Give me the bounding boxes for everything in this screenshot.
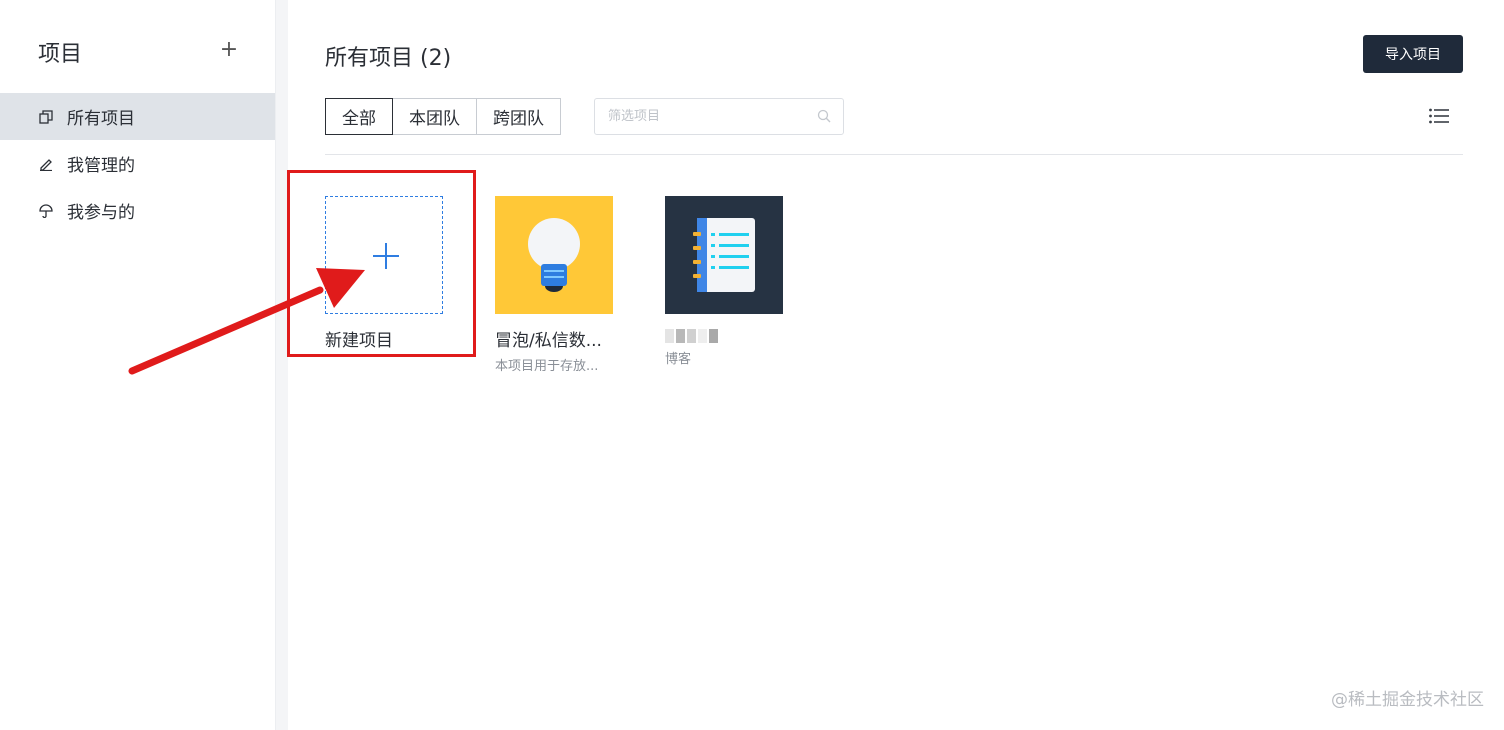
sidebar-item-label: 所有项目	[67, 109, 135, 129]
lightbulb-icon	[528, 218, 580, 292]
import-project-button[interactable]: 导入项目	[1363, 35, 1463, 73]
sidebar-item-label: 我管理的	[67, 156, 135, 176]
project-thumb[interactable]	[495, 196, 613, 314]
copy-icon	[38, 109, 54, 125]
add-project-button[interactable]: +	[218, 36, 240, 64]
divider	[325, 154, 1463, 155]
project-title: 冒泡/私信数...	[495, 331, 602, 351]
edit-icon	[38, 156, 54, 172]
sidebar-title: 项目	[38, 42, 83, 67]
page-title: 所有项目 (2)	[325, 46, 452, 71]
sidebar-item-managed[interactable]: 我管理的	[0, 140, 275, 187]
sidebar-gutter	[276, 0, 288, 730]
plus-icon-stroke	[385, 243, 387, 269]
project-desc: 本项目用于存放...	[495, 359, 599, 374]
sidebar-item-all-projects[interactable]: 所有项目	[0, 93, 275, 140]
sidebar: 项目 + 所有项目 我管理的 我参与的	[0, 0, 276, 730]
new-project-label: 新建项目	[325, 331, 393, 351]
sidebar-item-label: 我参与的	[67, 203, 135, 223]
new-project-thumb[interactable]	[325, 196, 443, 314]
tab-cross-team[interactable]: 跨团队	[476, 98, 561, 135]
project-card[interactable]: 博客	[665, 196, 783, 367]
umbrella-icon	[38, 203, 54, 219]
sidebar-item-joined[interactable]: 我参与的	[0, 187, 275, 234]
new-project-card[interactable]: 新建项目	[325, 196, 443, 351]
project-title-blurred	[665, 328, 783, 344]
project-desc: 博客	[665, 352, 692, 367]
tab-my-team[interactable]: 本团队	[392, 98, 477, 135]
notebook-icon	[693, 218, 755, 292]
tab-all[interactable]: 全部	[325, 98, 393, 135]
search-input[interactable]	[595, 99, 818, 134]
project-thumb[interactable]	[665, 196, 783, 314]
main-content: 所有项目 (2) 导入项目 全部 本团队 跨团队 新建项目	[288, 0, 1504, 730]
search-box	[594, 98, 844, 135]
sidebar-nav: 所有项目 我管理的 我参与的	[0, 93, 275, 234]
search-icon[interactable]	[817, 109, 831, 123]
project-card[interactable]: 冒泡/私信数... 本项目用于存放...	[495, 196, 613, 374]
scope-filter-tabs: 全部 本团队 跨团队	[325, 98, 561, 135]
list-view-icon[interactable]	[1428, 106, 1450, 126]
watermark: @稀土掘金技术社区	[1331, 690, 1484, 710]
